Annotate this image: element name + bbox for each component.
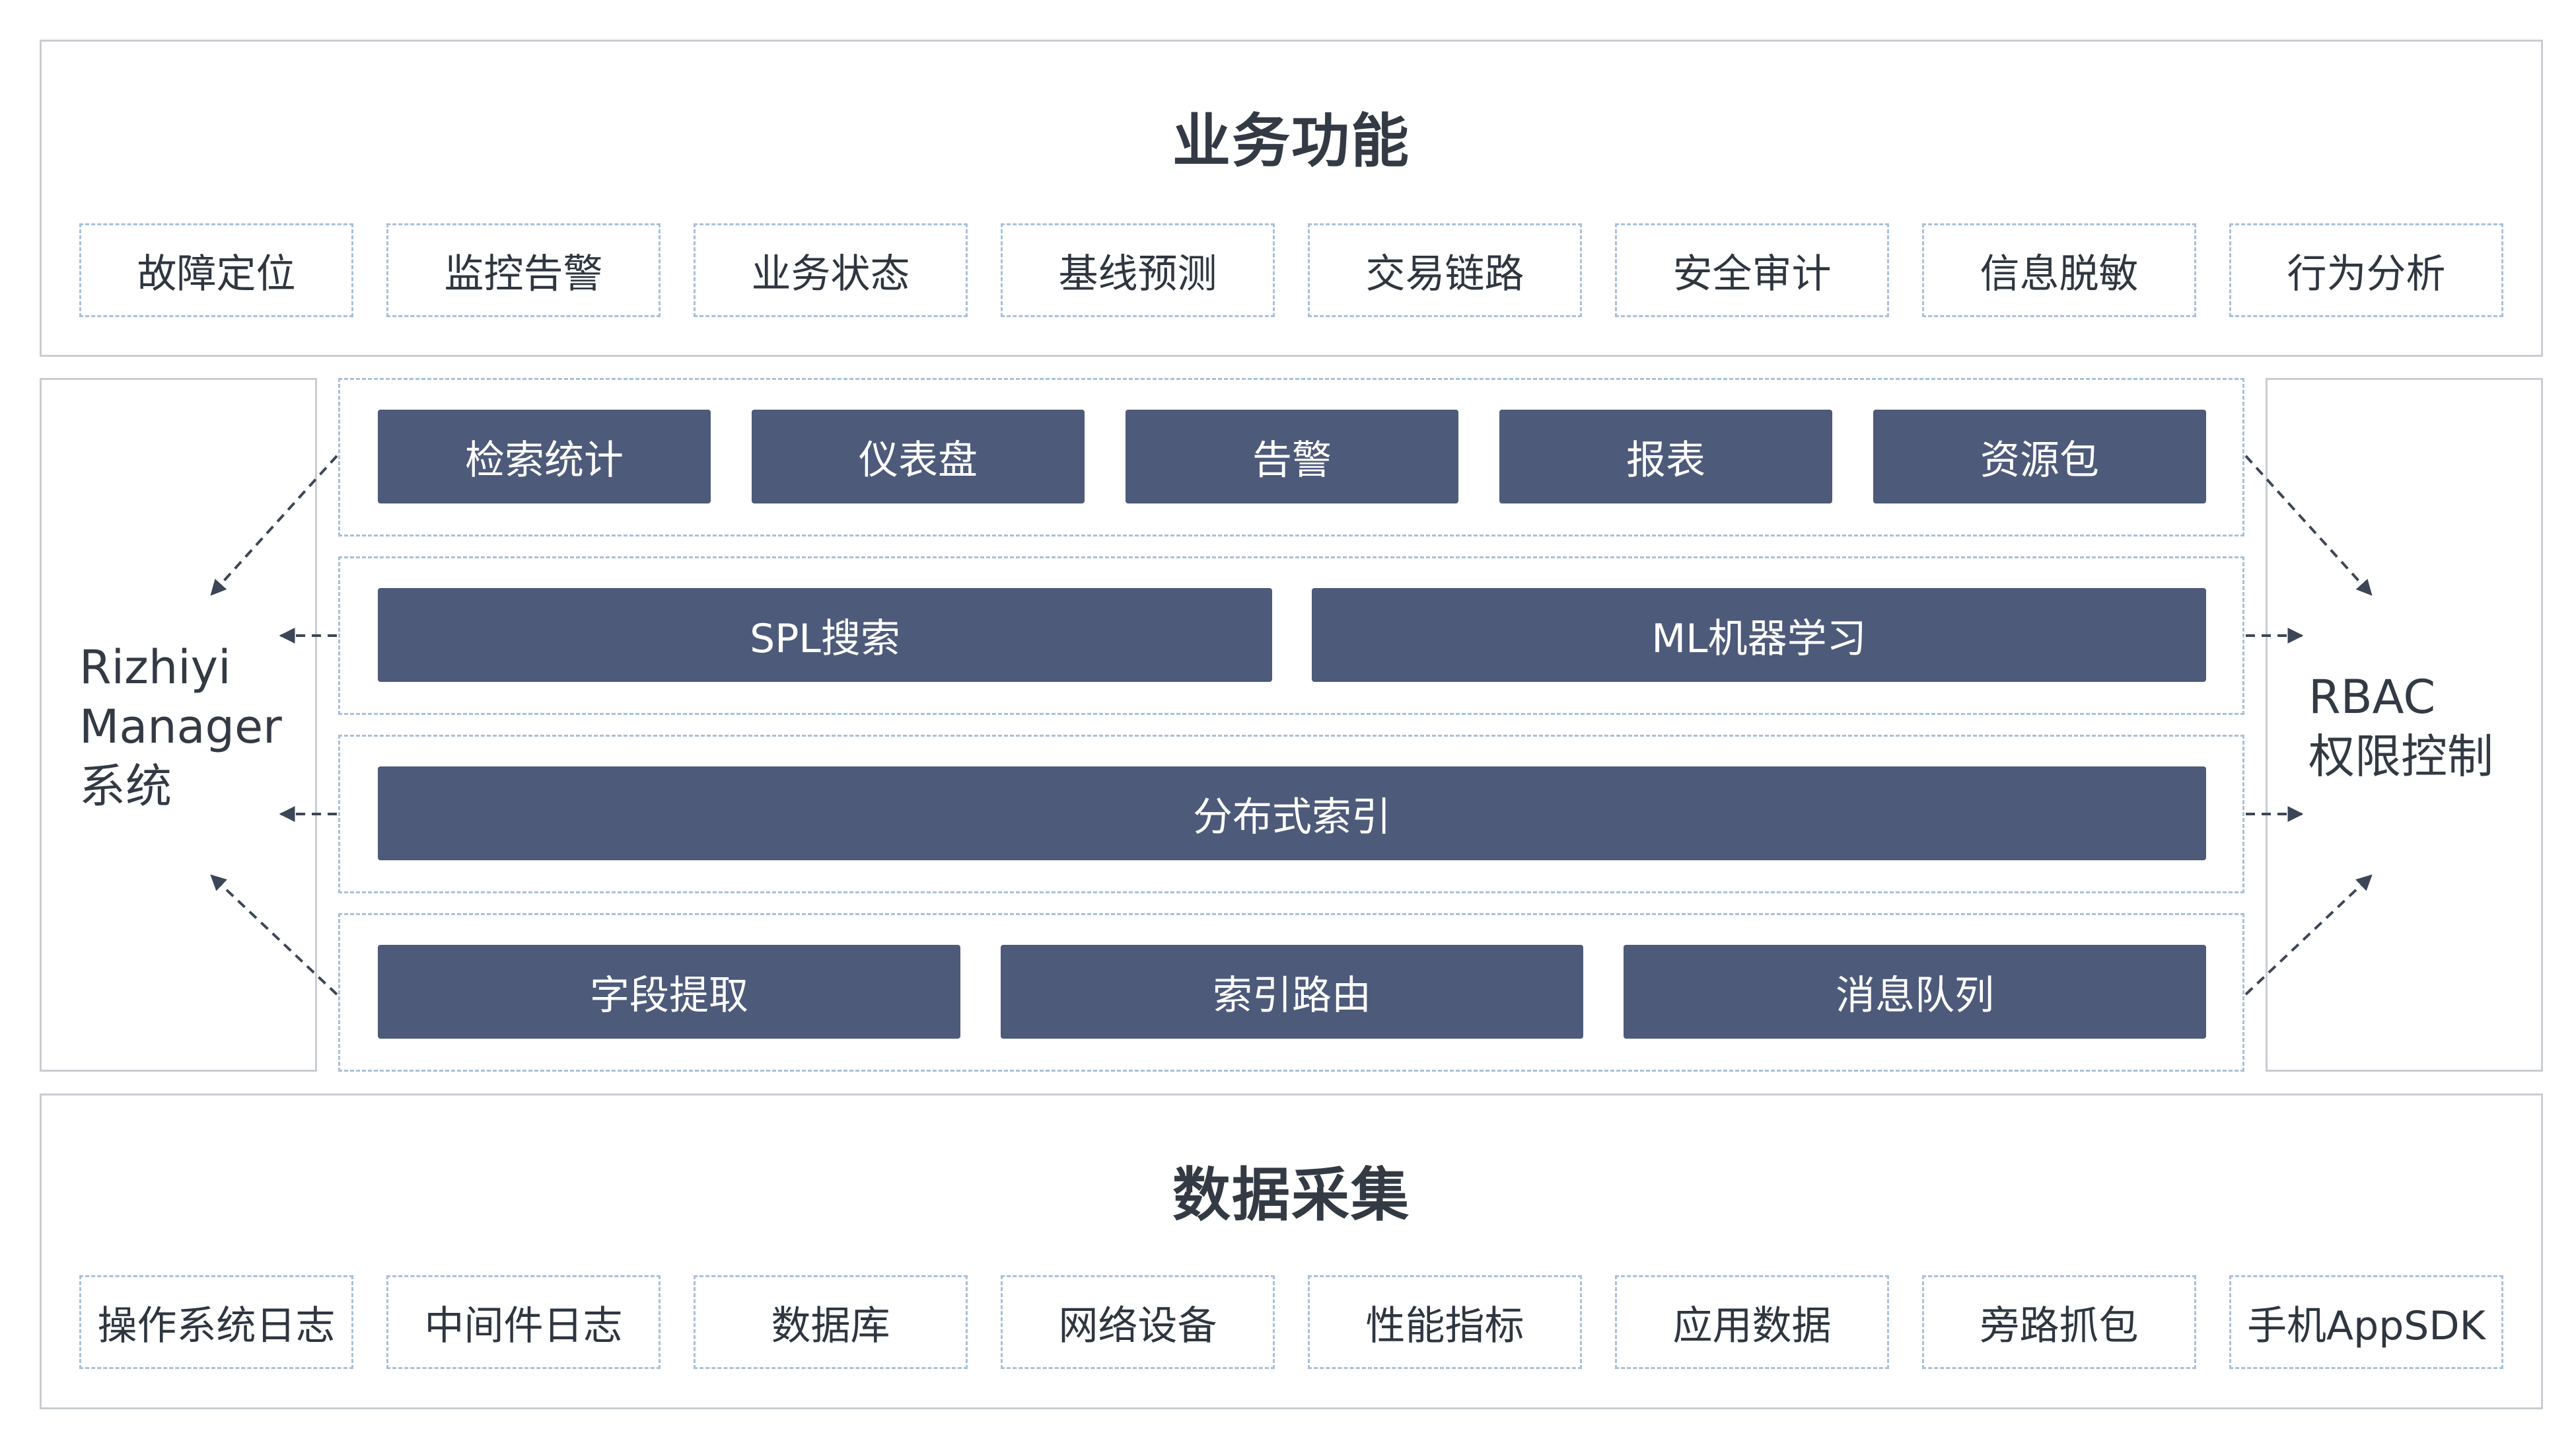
arrow-left-top <box>210 455 338 596</box>
arrow-right-bottom <box>2244 874 2373 996</box>
collection-item: 中间件日志 <box>386 1275 661 1369</box>
arrow-right-top <box>2244 455 2373 596</box>
collection-item: 应用数据 <box>1615 1275 1889 1369</box>
collection-item: 操作系统日志 <box>79 1275 353 1369</box>
arrow-left-bottom <box>210 874 338 996</box>
collection-item: 旁路抓包 <box>1922 1275 2196 1369</box>
collection-item: 数据库 <box>694 1275 968 1369</box>
collection-item: 网络设备 <box>1001 1275 1275 1369</box>
data-collection-title: 数据采集 <box>1172 1161 1410 1229</box>
collection-item: 手机AppSDK <box>2229 1275 2503 1369</box>
collection-item: 性能指标 <box>1308 1275 1582 1369</box>
